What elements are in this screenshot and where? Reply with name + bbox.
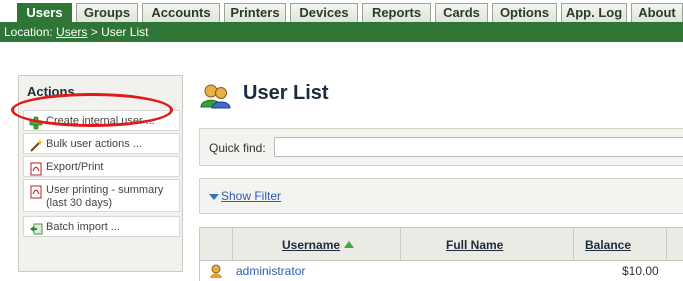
create-internal-user-action[interactable]: Create internal user ... [23,110,180,131]
column-header-label: Username [282,238,341,252]
tab-app-log[interactable]: App. Log [561,3,627,22]
tab-accounts[interactable]: Accounts [142,3,220,22]
location-breadcrumb: Location: Users > User List [0,22,683,42]
column-header-balance[interactable]: Balance [585,238,631,252]
column-divider [573,228,574,260]
column-header-full-name[interactable]: Full Name [446,238,503,252]
tab-options[interactable]: Options [492,3,557,22]
user-icon [210,264,222,278]
tab-users[interactable]: Users [17,3,72,22]
users-group-icon [200,84,231,109]
batch-import-action[interactable]: Batch import ... [23,216,180,237]
actions-title: Actions [27,84,75,99]
quick-find-input[interactable] [274,137,683,157]
tab-about[interactable]: About [631,3,683,22]
action-label: Create internal user ... [46,115,155,127]
action-label: Export/Print [46,161,104,173]
user-table-header: Username Full Name Balance [199,227,683,261]
tab-printers[interactable]: Printers [224,3,286,22]
show-filter-link[interactable]: Show Filter [221,189,281,203]
user-printing-summary-action[interactable]: User printing - summary (last 30 days) [23,179,180,212]
tab-groups[interactable]: Groups [76,3,138,22]
column-divider [666,228,667,260]
expand-arrow-icon [209,194,219,200]
tab-cards[interactable]: Cards [435,3,488,22]
action-label: User printing - summary (last 30 days) [46,184,164,209]
bulk-user-actions-action[interactable]: Bulk user actions ... [23,133,180,154]
sort-ascending-icon [344,241,355,248]
column-divider [400,228,401,260]
pdf-icon [30,162,42,176]
breadcrumb-users-link[interactable]: Users [56,25,87,39]
balance-cell: $10.00 [622,264,659,278]
green-plus-icon [29,116,43,130]
export-print-action[interactable]: Export/Print [23,156,180,177]
magic-wand-icon [30,139,43,152]
action-label: Batch import ... [46,221,120,233]
location-prefix: Location: [4,25,53,39]
filter-bar: Show Filter [199,178,683,214]
actions-panel: Actions Create internal user ... Bulk us… [18,75,183,272]
pdf-icon [30,185,42,199]
column-header-username[interactable]: Username [282,238,355,252]
import-icon [30,223,43,235]
action-label: Bulk user actions ... [46,138,142,150]
page-title: User List [243,82,329,104]
quick-find-label: Quick find: [209,141,266,155]
table-row[interactable]: administrator $10.00 [199,261,683,281]
username-cell[interactable]: administrator [236,264,305,278]
breadcrumb-separator: > [90,25,98,39]
quick-find-bar: Quick find: [199,128,683,166]
breadcrumb-current: User List [101,25,149,39]
column-divider [232,228,233,260]
main-tab-bar: Users Groups Accounts Printers Devices R… [0,0,683,22]
tab-reports[interactable]: Reports [362,3,431,22]
tab-devices[interactable]: Devices [290,3,358,22]
